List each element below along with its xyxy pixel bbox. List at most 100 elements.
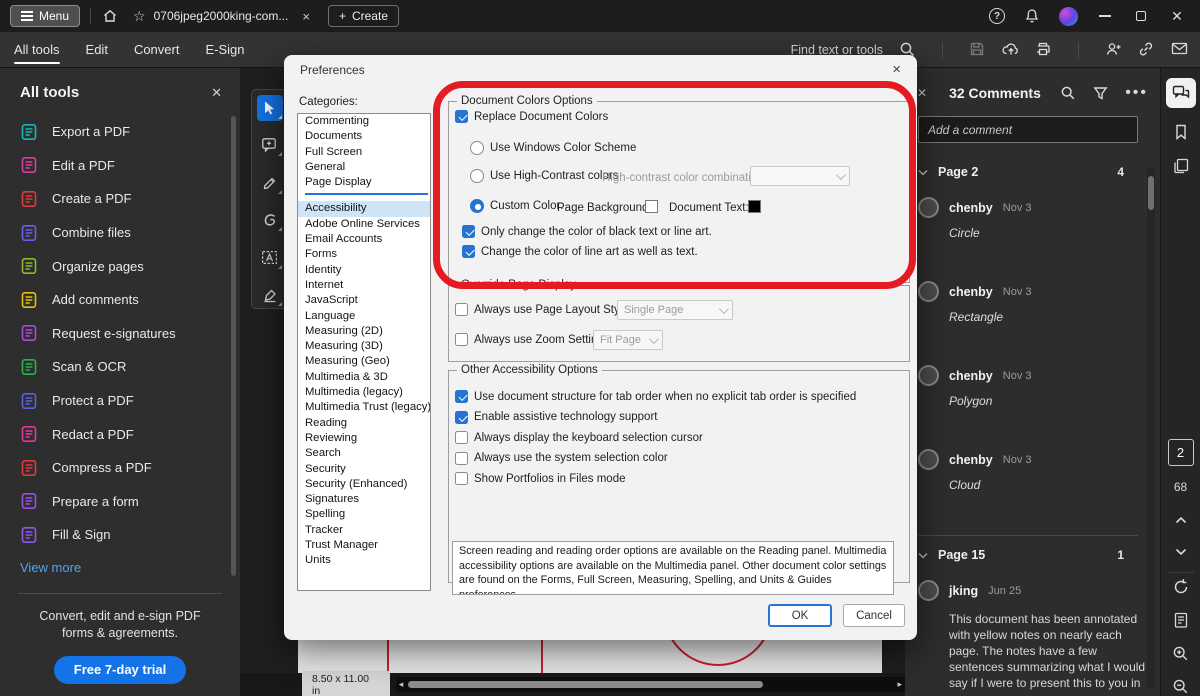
select-arrow-icon[interactable] bbox=[257, 95, 283, 121]
panel-close-icon[interactable]: ✕ bbox=[211, 85, 222, 101]
replace-doc-colors-row[interactable]: Replace Document Colors bbox=[455, 110, 608, 123]
category-item[interactable]: Reviewing bbox=[298, 431, 430, 446]
email-icon[interactable] bbox=[1171, 41, 1188, 58]
minimize-icon[interactable] bbox=[1096, 7, 1114, 25]
radio-selected[interactable] bbox=[470, 199, 484, 213]
page-thumbnails-icon[interactable] bbox=[1171, 156, 1191, 176]
zoom-in-icon[interactable] bbox=[1171, 643, 1191, 663]
checkbox-checked[interactable] bbox=[462, 225, 475, 238]
zoom-setting-row[interactable]: Always use Zoom Setting bbox=[455, 333, 604, 346]
category-item[interactable]: Signatures bbox=[298, 492, 430, 507]
previous-page-icon[interactable] bbox=[1171, 510, 1191, 530]
high-contrast-row[interactable]: Use High-Contrast colors bbox=[470, 169, 618, 183]
more-options-icon[interactable]: ••• bbox=[1125, 84, 1148, 102]
nav-tab[interactable]: Edit bbox=[86, 33, 108, 66]
comment-item[interactable]: chenby Nov 3 Polygon bbox=[918, 365, 1160, 431]
tool-item[interactable]: Request e-signatures bbox=[20, 317, 240, 351]
tool-item[interactable]: Redact a PDF bbox=[20, 417, 240, 451]
comment-item[interactable]: chenby Nov 3 Rectangle bbox=[918, 281, 1160, 347]
option-row[interactable]: Use document structure for tab order whe… bbox=[455, 390, 895, 403]
checkbox[interactable] bbox=[455, 472, 468, 485]
draw-icon[interactable] bbox=[257, 208, 283, 234]
checkbox[interactable] bbox=[455, 390, 468, 403]
close-icon[interactable]: ✕ bbox=[1168, 7, 1186, 25]
category-item[interactable]: Measuring (2D) bbox=[298, 324, 430, 339]
category-item[interactable]: Spelling bbox=[298, 507, 430, 522]
horizontal-scrollbar[interactable]: ◂ ▸ bbox=[396, 677, 905, 692]
custom-color-row[interactable]: Custom Color: bbox=[470, 199, 564, 213]
comments-close-icon[interactable]: ✕ bbox=[917, 86, 927, 100]
category-item[interactable]: Email Accounts bbox=[298, 232, 430, 247]
category-item[interactable]: Accessibility bbox=[298, 201, 430, 216]
category-item[interactable]: Full Screen bbox=[298, 145, 430, 160]
scroll-left-icon[interactable]: ◂ bbox=[399, 679, 404, 690]
star-icon[interactable]: ☆ bbox=[133, 8, 146, 25]
rotate-page-icon[interactable] bbox=[1171, 577, 1191, 597]
help-icon[interactable]: ? bbox=[989, 8, 1005, 24]
tool-item[interactable]: Prepare a form bbox=[20, 485, 240, 519]
radio-unselected[interactable] bbox=[470, 141, 484, 155]
category-item[interactable]: Forms bbox=[298, 247, 430, 262]
category-item[interactable]: General bbox=[298, 160, 430, 175]
checkbox[interactable] bbox=[455, 431, 468, 444]
option-row[interactable]: Enable assistive technology support bbox=[455, 411, 895, 424]
category-item[interactable]: Identity bbox=[298, 263, 430, 278]
chevron-down-icon[interactable] bbox=[918, 169, 928, 176]
home-icon[interactable] bbox=[101, 7, 119, 25]
add-comment-icon[interactable] bbox=[257, 133, 283, 159]
category-item[interactable]: Tracker bbox=[298, 523, 430, 538]
category-item[interactable]: Reading bbox=[298, 416, 430, 431]
link-icon[interactable] bbox=[1138, 41, 1155, 58]
bookmarks-icon[interactable] bbox=[1171, 122, 1191, 142]
tool-item[interactable]: Organize pages bbox=[20, 249, 240, 283]
checkbox[interactable] bbox=[455, 411, 468, 424]
comment-item[interactable]: jking Jun 25 This document has been anno… bbox=[918, 580, 1160, 696]
tool-item[interactable]: Compress a PDF bbox=[20, 451, 240, 485]
option-row[interactable]: Always display the keyboard selection cu… bbox=[455, 431, 895, 444]
doc-text-swatch[interactable] bbox=[748, 200, 761, 213]
scroll-right-icon[interactable]: ▸ bbox=[897, 679, 902, 690]
tool-item[interactable]: Combine files bbox=[20, 216, 240, 250]
checkbox-checked[interactable] bbox=[455, 110, 468, 123]
sign-pen-icon[interactable] bbox=[257, 283, 283, 309]
comments-tool-icon[interactable] bbox=[1166, 78, 1196, 108]
tool-item[interactable]: Create a PDF bbox=[20, 182, 240, 216]
free-trial-button[interactable]: Free 7-day trial bbox=[54, 656, 186, 684]
checkbox-unchecked[interactable] bbox=[455, 333, 468, 346]
page-view-icon[interactable] bbox=[1171, 610, 1191, 630]
tool-item[interactable]: Add comments bbox=[20, 283, 240, 317]
only-black-row[interactable]: Only change the color of black text or l… bbox=[462, 225, 712, 238]
comment-item[interactable]: chenby Nov 3 Cloud bbox=[918, 449, 1160, 515]
avatar[interactable] bbox=[1059, 7, 1078, 26]
notifications-icon[interactable] bbox=[1023, 7, 1041, 25]
category-item[interactable]: Measuring (Geo) bbox=[298, 354, 430, 369]
category-item[interactable]: Trust Manager bbox=[298, 538, 430, 553]
radio-unselected[interactable] bbox=[470, 169, 484, 183]
zoom-out-icon[interactable] bbox=[1171, 676, 1191, 696]
category-item[interactable]: Multimedia & 3D bbox=[298, 370, 430, 385]
tool-item[interactable]: Scan & OCR bbox=[20, 350, 240, 384]
view-more-link[interactable]: View more bbox=[20, 560, 240, 575]
document-tab[interactable]: ☆ 0706jpeg2000king-com... × bbox=[133, 8, 310, 25]
category-item[interactable]: Multimedia (legacy) bbox=[298, 385, 430, 400]
comments-search-icon[interactable] bbox=[1060, 85, 1076, 101]
nav-tab[interactable]: All tools bbox=[14, 33, 60, 66]
scrollbar-thumb[interactable] bbox=[408, 681, 763, 688]
category-item[interactable]: Commenting bbox=[298, 114, 430, 129]
print-icon[interactable] bbox=[1035, 41, 1052, 58]
sidebar-scrollbar[interactable] bbox=[231, 116, 236, 576]
comment-group-header[interactable]: Page 15 1 bbox=[918, 548, 1160, 562]
line-art-row[interactable]: Change the color of line art as well as … bbox=[462, 245, 698, 258]
add-user-icon[interactable] bbox=[1105, 41, 1122, 58]
checkbox-checked[interactable] bbox=[462, 245, 475, 258]
comments-scrollbar[interactable] bbox=[1147, 168, 1155, 688]
maximize-icon[interactable] bbox=[1132, 7, 1150, 25]
current-page-input[interactable]: 2 bbox=[1168, 439, 1194, 466]
filter-icon[interactable] bbox=[1093, 86, 1108, 101]
chevron-down-icon[interactable] bbox=[918, 552, 928, 559]
category-item[interactable]: Adobe Online Services bbox=[298, 217, 430, 232]
category-item[interactable]: Language bbox=[298, 309, 430, 324]
category-item[interactable]: Security (Enhanced) bbox=[298, 477, 430, 492]
nav-tab[interactable]: Convert bbox=[134, 33, 180, 66]
add-comment-input[interactable]: Add a comment bbox=[918, 116, 1138, 143]
